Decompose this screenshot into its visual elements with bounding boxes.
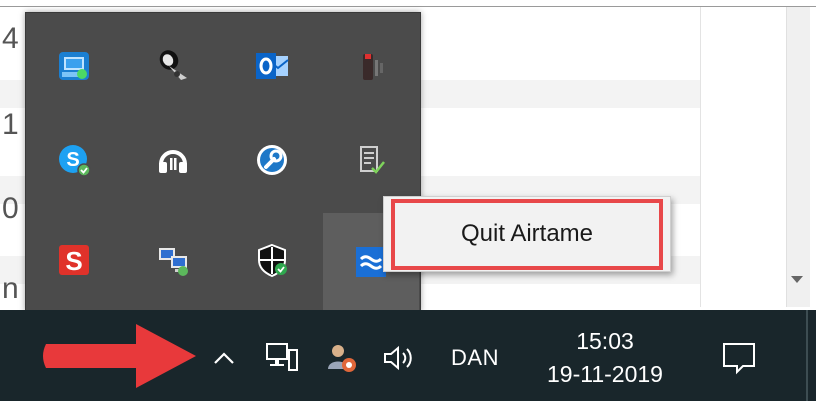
tray-icon-red-device[interactable] bbox=[323, 21, 419, 111]
outlook-icon bbox=[256, 53, 289, 79]
network-wired-icon bbox=[266, 343, 298, 371]
tray-icon-skype[interactable]: S bbox=[26, 115, 122, 205]
network-sharing-icon bbox=[59, 52, 89, 80]
snagit-icon: S bbox=[59, 245, 89, 276]
security-shield-icon bbox=[258, 243, 287, 278]
tray-overflow-flyout: S S bbox=[25, 12, 421, 312]
row-cell-text: 0 bbox=[2, 192, 19, 225]
headset-icon bbox=[159, 150, 187, 173]
column-divider bbox=[700, 7, 701, 307]
checklist-icon bbox=[360, 146, 385, 174]
taskbar-clock[interactable]: 15:03 19-11-2019 bbox=[525, 320, 685, 395]
annotation-highlight-box bbox=[391, 199, 663, 270]
tray-icon-checklist[interactable] bbox=[323, 115, 419, 205]
svg-text:S: S bbox=[65, 246, 82, 276]
window-top-border bbox=[0, 6, 816, 7]
input-language-indicator[interactable]: DAN bbox=[438, 340, 512, 376]
tray-icon-wrench[interactable] bbox=[224, 115, 320, 205]
tray-icon-security[interactable] bbox=[224, 215, 320, 305]
tray-icon-network-computers[interactable] bbox=[125, 215, 221, 305]
vertical-scrollbar[interactable] bbox=[786, 7, 810, 307]
action-center-button[interactable] bbox=[716, 336, 762, 380]
network-tray-button[interactable] bbox=[262, 338, 302, 378]
tray-icon-outlook[interactable] bbox=[224, 21, 320, 111]
tray-icon-headset[interactable] bbox=[125, 115, 221, 205]
satellite-dish-icon bbox=[159, 50, 187, 80]
volume-button[interactable] bbox=[378, 338, 424, 378]
row-cell-text: n bbox=[2, 272, 19, 305]
red-device-icon bbox=[363, 54, 383, 80]
skype-icon: S bbox=[59, 145, 91, 177]
network-computers-icon bbox=[159, 248, 188, 276]
red-arrow-icon bbox=[43, 324, 196, 388]
clock-date: 19-11-2019 bbox=[547, 360, 663, 387]
blue-wrench-icon bbox=[257, 145, 287, 175]
clock-time: 15:03 bbox=[576, 327, 634, 354]
tray-icon-snagit[interactable]: S bbox=[26, 215, 122, 305]
tray-icon-satellite[interactable] bbox=[125, 21, 221, 111]
row-cell-text: 1 bbox=[2, 108, 19, 141]
chevron-up-icon bbox=[214, 352, 234, 364]
row-cell-text: 4 bbox=[2, 22, 19, 55]
scroll-down-icon[interactable] bbox=[791, 276, 803, 283]
show-desktop-divider[interactable] bbox=[806, 310, 808, 401]
notification-icon bbox=[723, 343, 755, 375]
show-hidden-icons-button[interactable] bbox=[206, 340, 242, 376]
speaker-icon bbox=[384, 345, 412, 371]
tray-icon-network-sharing[interactable] bbox=[26, 21, 122, 111]
user-tray-button[interactable] bbox=[322, 338, 362, 378]
user-sync-icon bbox=[328, 345, 356, 372]
